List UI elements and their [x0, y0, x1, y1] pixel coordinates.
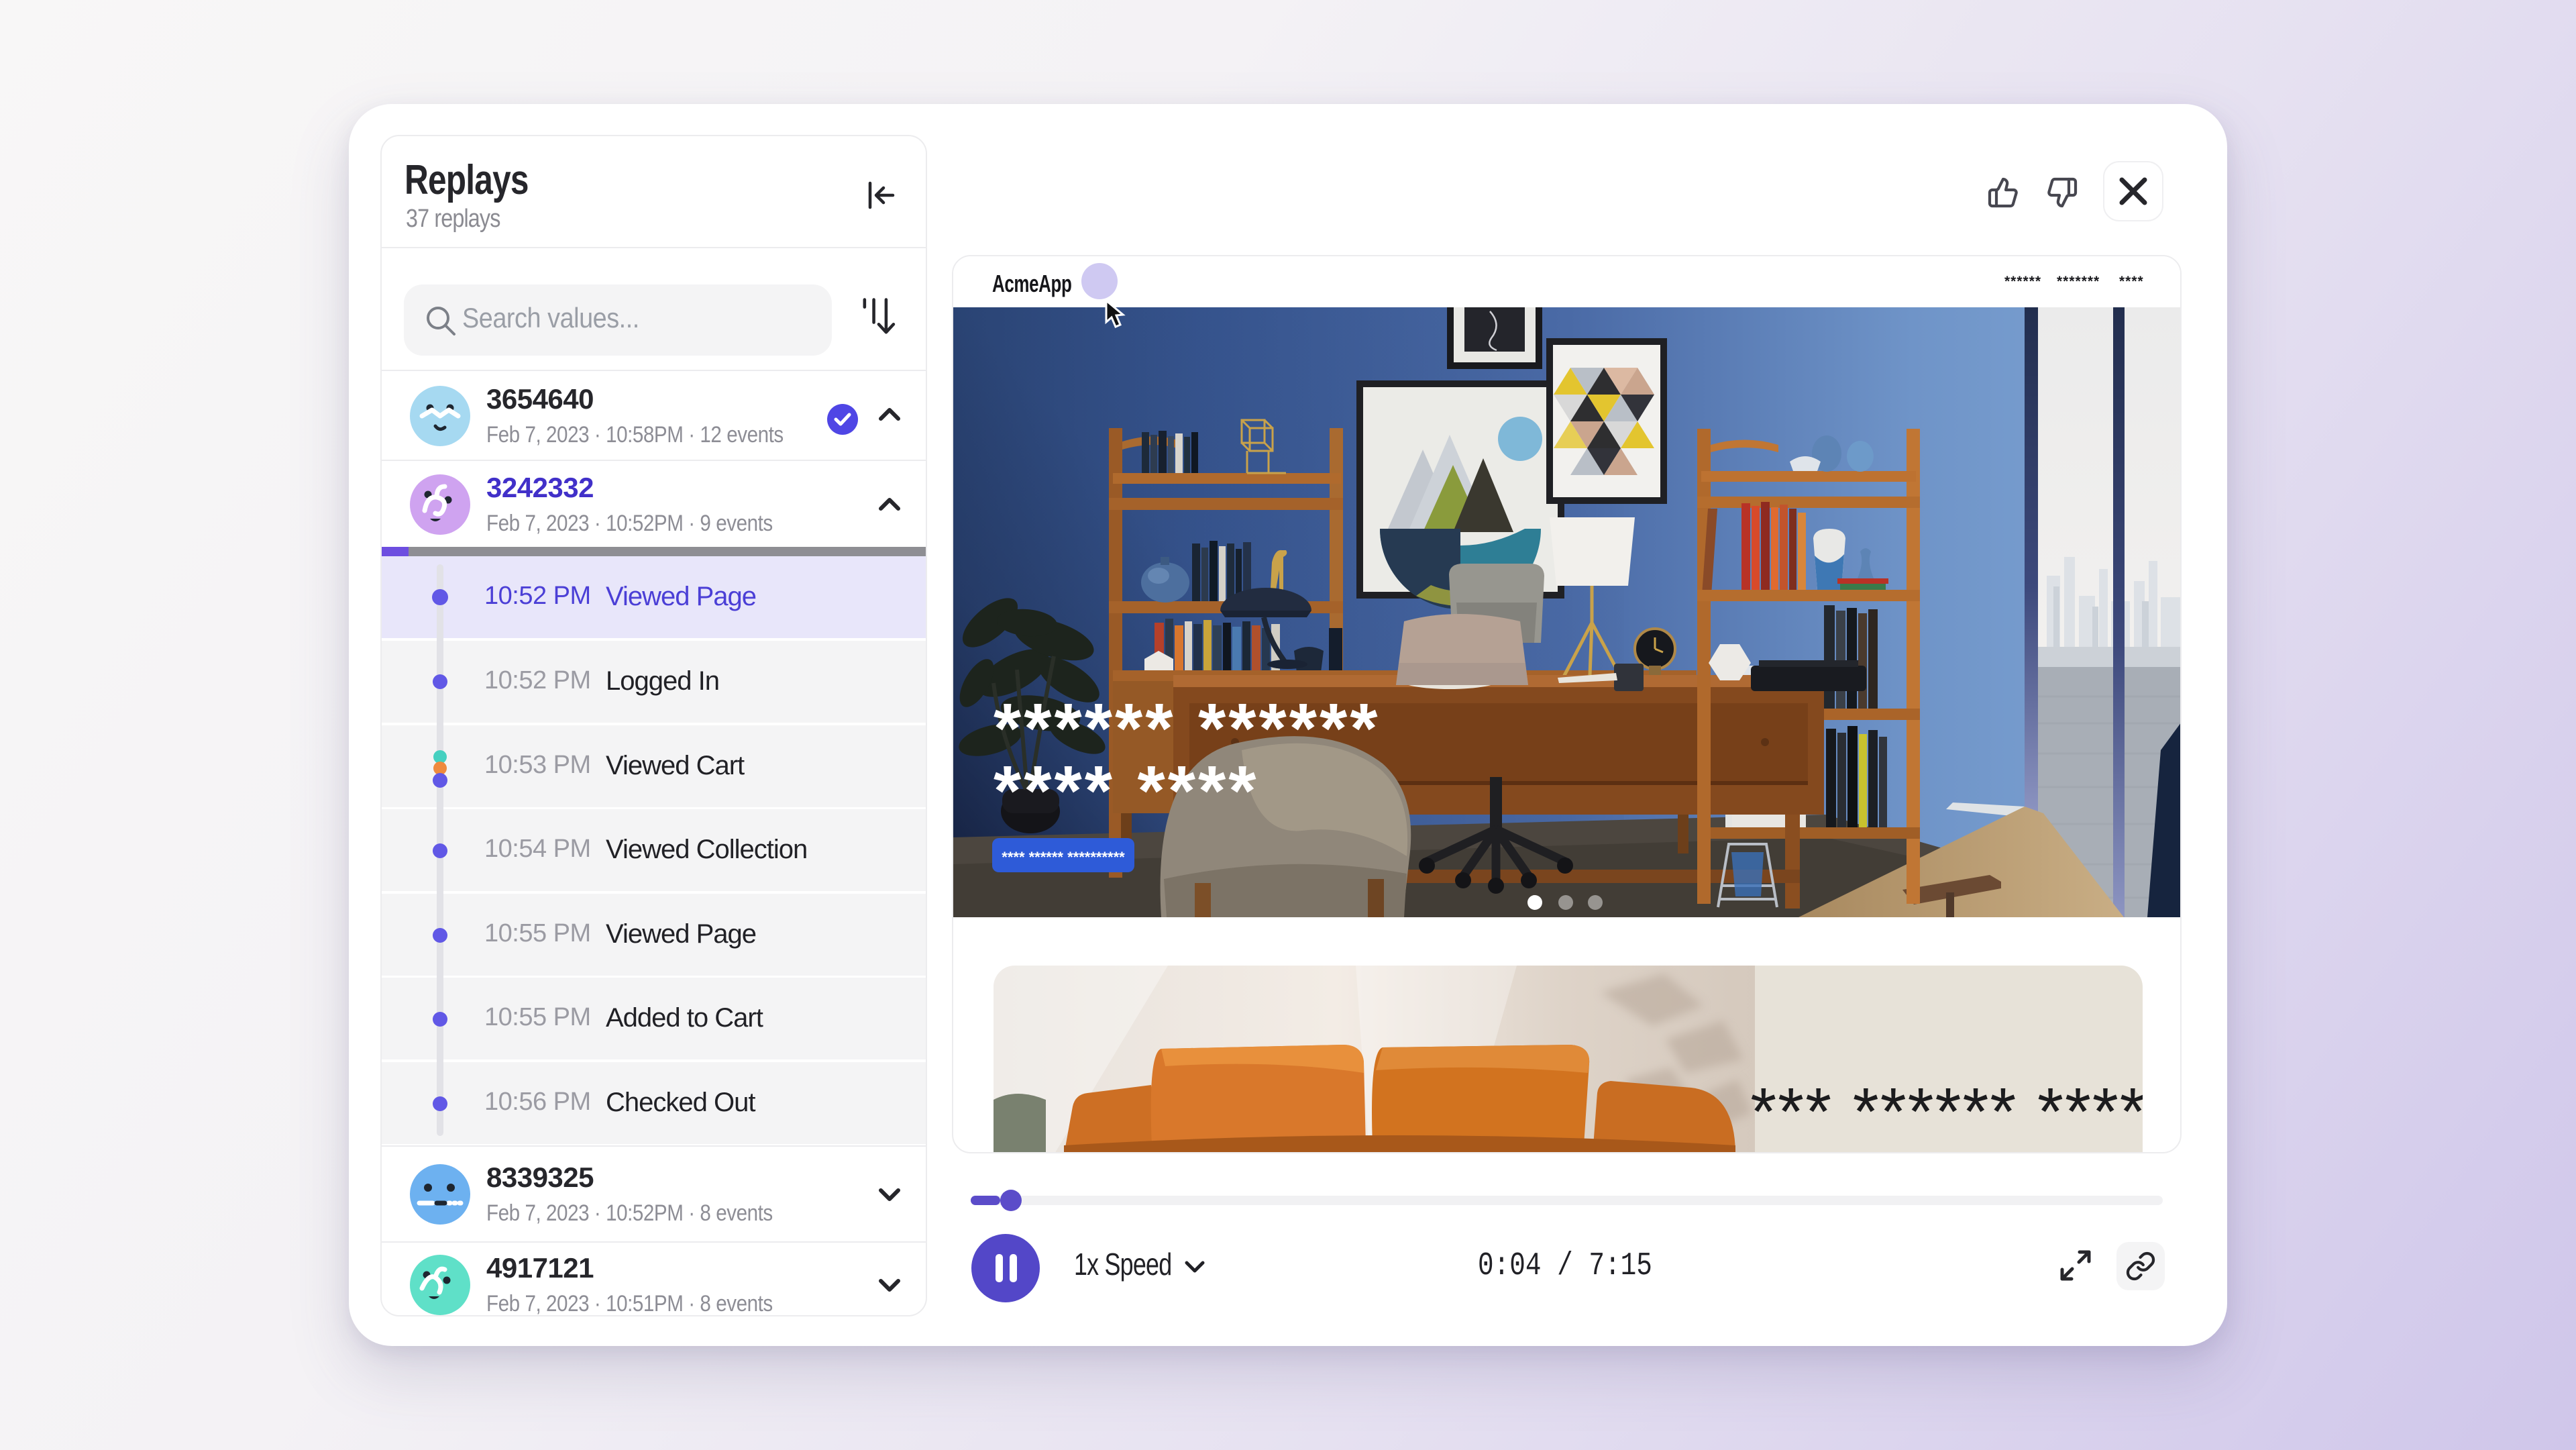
svg-text:**** ****** **********: **** ****** ********** — [1002, 849, 1125, 866]
svg-text:**** ****: **** **** — [994, 752, 1258, 831]
svg-text:*** ****** ****: *** ****** **** — [1750, 1074, 2143, 1149]
